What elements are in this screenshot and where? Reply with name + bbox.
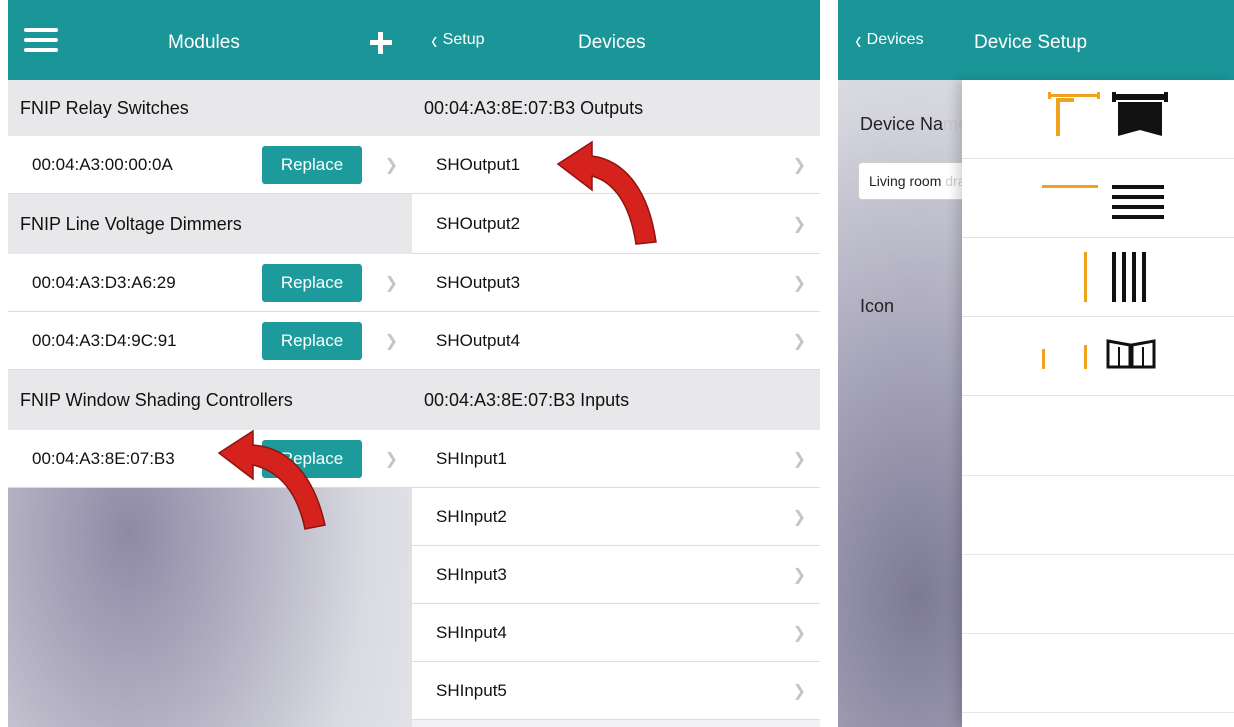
device-label: SHOutput1: [436, 154, 521, 174]
section-title: 00:04:A3:8E:07:B3 Inputs: [424, 389, 630, 410]
modules-navbar: Modules: [8, 0, 412, 80]
module-mac: 00:04:A3:D4:9C:91: [32, 330, 177, 350]
add-icon[interactable]: [370, 32, 392, 54]
replace-button[interactable]: Replace: [262, 263, 362, 302]
back-label: Setup: [442, 31, 485, 48]
divider: [962, 712, 1234, 713]
device-name-label: Device Name: [860, 114, 969, 134]
icon-option[interactable]: [962, 159, 1234, 238]
device-label: SHOutput4: [436, 330, 521, 350]
menu-icon[interactable]: [24, 28, 58, 52]
section-title: 00:04:A3:8E:07:B3 Outputs: [424, 97, 644, 118]
section-header-relay: FNIP Relay Switches: [8, 80, 412, 136]
divider: [962, 633, 1234, 634]
device-row[interactable]: SHOutput3 ❯: [412, 254, 820, 312]
chevron-right-icon: ❯: [792, 332, 806, 350]
chevron-right-icon: ❯: [792, 215, 806, 233]
device-label: SHInput4: [436, 622, 507, 642]
icon-option[interactable]: [962, 80, 1234, 159]
icon-option[interactable]: [962, 238, 1234, 317]
module-row[interactable]: 00:04:A3:8E:07:B3 Replace ❯: [8, 430, 412, 488]
chevron-right-icon: ❯: [792, 508, 806, 526]
section-header-dimmers: FNIP Line Voltage Dimmers: [8, 194, 412, 254]
section-title: FNIP Line Voltage Dimmers: [20, 213, 242, 234]
module-row[interactable]: 00:04:A3:D4:9C:91 Replace ❯: [8, 312, 412, 370]
page-title: Devices: [578, 32, 646, 53]
chevron-right-icon: ❯: [792, 566, 806, 584]
chevron-right-icon: ❯: [792, 624, 806, 642]
chevron-right-icon: ❯: [792, 274, 806, 292]
device-row[interactable]: SHInput1 ❯: [412, 430, 820, 488]
back-button[interactable]: ‹ Devices: [854, 25, 924, 55]
chevron-right-icon: ❯: [384, 274, 398, 292]
red-arrow-icon: [556, 140, 657, 245]
device-row[interactable]: SHInput5 ❯: [412, 662, 820, 720]
device-label: SHOutput3: [436, 272, 521, 292]
device-row[interactable]: SHOutput4 ❯: [412, 312, 820, 370]
icon-label: Icon: [860, 296, 895, 316]
roller-shade-icon: [1042, 185, 1164, 219]
device-row[interactable]: SHInput3 ❯: [412, 546, 820, 604]
module-row[interactable]: 00:04:A3:00:00:0A Replace ❯: [8, 136, 412, 194]
section-title: FNIP Window Shading Controllers: [20, 389, 293, 410]
chevron-right-icon: ❯: [792, 156, 806, 174]
chevron-right-icon: ❯: [384, 156, 398, 174]
chevron-left-icon: ‹: [431, 25, 438, 55]
module-row[interactable]: 00:04:A3:D3:A6:29 Replace ❯: [8, 254, 412, 312]
chevron-right-icon: ❯: [384, 450, 398, 468]
device-row[interactable]: SHInput4 ❯: [412, 604, 820, 662]
device-label: SHInput1: [436, 448, 507, 468]
drape-top-icon: [1048, 92, 1168, 136]
chevron-right-icon: ❯: [384, 332, 398, 350]
section-header-inputs: 00:04:A3:8E:07:B3 Inputs: [412, 370, 820, 430]
device-label: SHInput2: [436, 506, 507, 526]
module-mac: 00:04:A3:D3:A6:29: [32, 272, 176, 292]
device-label: SHInput5: [436, 680, 507, 700]
red-arrow-icon: [217, 429, 326, 530]
icon-picker-panel: [962, 80, 1234, 727]
devices-screen: ‹ Setup Devices 00:04:A3:8E:07:B3 Output…: [412, 0, 820, 727]
replace-button[interactable]: Replace: [262, 145, 362, 184]
device-label: SHOutput2: [436, 213, 521, 233]
section-header-outputs: 00:04:A3:8E:07:B3 Outputs: [412, 80, 820, 136]
section-title: FNIP Relay Switches: [20, 97, 189, 118]
device-row[interactable]: SHInput2 ❯: [412, 488, 820, 546]
replace-button[interactable]: Replace: [262, 321, 362, 360]
divider: [962, 475, 1234, 476]
setup-navbar: ‹ Devices Device Setup: [838, 0, 1234, 80]
device-setup-screen: ‹ Devices Device Setup Device Name Livin…: [838, 0, 1234, 727]
icon-option[interactable]: [962, 317, 1234, 396]
chevron-right-icon: ❯: [792, 450, 806, 468]
back-label: Devices: [866, 31, 924, 48]
page-title: Device Setup: [974, 32, 1088, 53]
divider: [962, 554, 1234, 555]
double-door-icon: [1042, 339, 1156, 369]
devices-navbar: ‹ Setup Devices: [412, 0, 820, 80]
chevron-left-icon: ‹: [855, 25, 862, 55]
back-button[interactable]: ‹ Setup: [430, 25, 485, 55]
module-mac: 00:04:A3:00:00:0A: [32, 154, 173, 174]
page-title: Modules: [168, 32, 240, 53]
chevron-right-icon: ❯: [792, 682, 806, 700]
section-header-shading: FNIP Window Shading Controllers: [8, 370, 412, 430]
device-label: SHInput3: [436, 564, 507, 584]
vertical-blinds-icon: [1084, 252, 1146, 302]
modules-screen: Modules FNIP Relay Switches 00:04:A3:00:…: [8, 0, 412, 727]
module-mac: 00:04:A3:8E:07:B3: [32, 448, 175, 468]
